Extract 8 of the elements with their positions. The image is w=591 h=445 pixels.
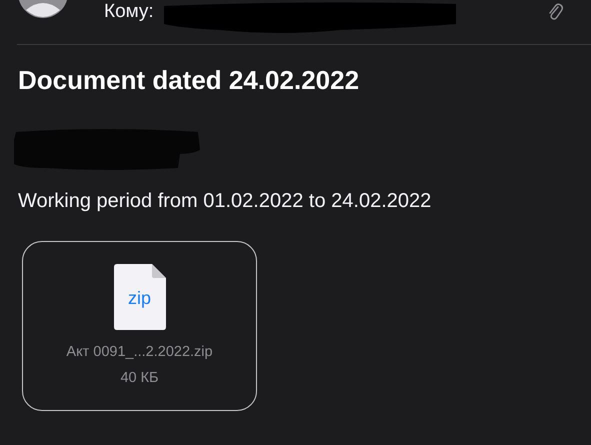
attachment-size: 40 КБ xyxy=(120,370,159,386)
email-body: Working period from 01.02.2022 to 24.02.2022 xyxy=(18,190,432,213)
zip-file-icon: zip xyxy=(114,264,166,330)
email-subject: Document dated 24.02.2022 xyxy=(18,65,360,96)
paperclip-icon[interactable] xyxy=(547,2,563,22)
to-label: Кому: xyxy=(104,1,154,23)
attachment-name: Акт 0091_...2.2022.zip xyxy=(66,344,213,360)
attachment-card[interactable]: zip Акт 0091_...2.2022.zip 40 КБ xyxy=(22,241,257,411)
